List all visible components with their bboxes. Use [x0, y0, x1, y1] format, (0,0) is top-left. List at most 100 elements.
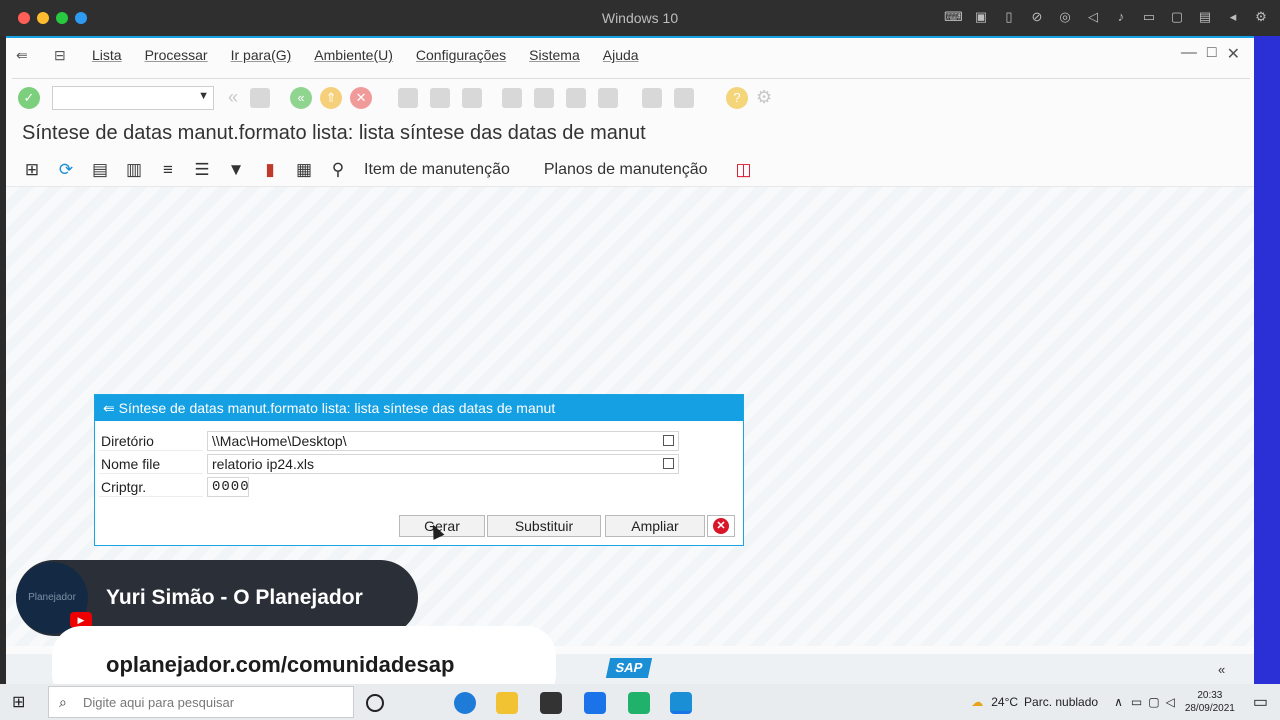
- substituir-button[interactable]: Substituir: [487, 515, 601, 537]
- maximize-icon[interactable]: □: [1207, 44, 1217, 64]
- exit-icon[interactable]: ⇚: [16, 47, 36, 64]
- edge-icon[interactable]: [454, 692, 476, 714]
- first-page-icon[interactable]: [502, 87, 523, 108]
- taskbar-search[interactable]: ⌕ Digite aqui para pesquisar: [48, 686, 354, 718]
- calculator-icon[interactable]: ▦: [292, 159, 316, 181]
- menu-ambiente[interactable]: Ambiente(U): [314, 47, 393, 63]
- volume-icon[interactable]: ◁: [1166, 695, 1175, 709]
- find-next-icon[interactable]: [462, 87, 483, 108]
- explorer-icon[interactable]: [496, 692, 518, 714]
- keyboard-icon[interactable]: ⌨: [944, 8, 963, 26]
- last-page-icon[interactable]: [598, 87, 619, 108]
- refresh-icon[interactable]: ⟳: [54, 159, 78, 181]
- presenter-name-card: Planejador ▶ Yuri Simão - O Planejador: [16, 560, 418, 636]
- temperature: 24°C: [991, 695, 1019, 709]
- shared-folder-icon[interactable]: ▤: [1196, 8, 1214, 26]
- globe-icon[interactable]: ◎: [1056, 8, 1074, 26]
- close-icon[interactable]: ✕: [1227, 44, 1240, 64]
- expand-field-icon[interactable]: [663, 435, 674, 446]
- multiple-objects-icon[interactable]: ◫: [732, 159, 756, 181]
- clock-time: 20:33: [1197, 690, 1223, 701]
- cancel-button[interactable]: ✕: [707, 515, 735, 537]
- back-icon[interactable]: «: [290, 86, 313, 109]
- exit-icon[interactable]: ⇑: [320, 86, 343, 109]
- chat-icon[interactable]: [628, 692, 650, 714]
- chevron-down-icon[interactable]: ▼: [198, 90, 209, 102]
- menu-configuracoes[interactable]: Configurações: [416, 47, 506, 63]
- mail-icon[interactable]: [584, 692, 606, 714]
- search-icon: ⌕: [59, 694, 67, 710]
- display-icon[interactable]: ▢: [1148, 695, 1159, 709]
- mac-toolbar-icons: ⌨ ▣ ▯ ⊘ ◎ ◁ ♪ ▭ ▢ ▤ ◂ ⚙: [944, 8, 1270, 28]
- command-field[interactable]: ▼: [52, 85, 214, 110]
- find-icon[interactable]: [430, 87, 451, 108]
- details-icon[interactable]: ▥: [122, 159, 146, 181]
- nome-file-input[interactable]: relatorio ip24.xls: [207, 454, 679, 474]
- cancel-x-icon: ✕: [713, 518, 729, 534]
- gear-icon[interactable]: ⚙: [1252, 8, 1270, 26]
- speaker-icon[interactable]: ◁: [1084, 8, 1102, 26]
- menu-lista[interactable]: Lista: [92, 47, 122, 63]
- diretorio-input[interactable]: \\Mac\Home\Desktop\: [207, 431, 679, 451]
- filter-icon[interactable]: ▼: [224, 159, 248, 181]
- shortcut-icon[interactable]: [674, 87, 695, 108]
- usb-icon[interactable]: ▯: [1000, 8, 1018, 26]
- nome-file-label: Nome file: [99, 454, 203, 474]
- clock[interactable]: 20:33 28/09/2021: [1185, 689, 1235, 715]
- back-icon[interactable]: ◂: [1224, 8, 1242, 26]
- menu-ajuda[interactable]: Ajuda: [603, 47, 639, 63]
- nome-file-row: Nome file relatorio ip24.xls: [99, 454, 739, 474]
- choose-icon[interactable]: ▤: [88, 159, 112, 181]
- save-list-dialog: ⇚ Síntese de datas manut.formato lista: …: [94, 394, 744, 546]
- previous-page-icon[interactable]: [534, 87, 555, 108]
- sort-descending-icon[interactable]: ☰: [190, 159, 214, 181]
- save-icon[interactable]: [250, 87, 271, 108]
- item-manutencao-button[interactable]: Item de manutenção: [364, 161, 510, 179]
- menu-sistema[interactable]: Sistema: [529, 47, 580, 63]
- help-icon[interactable]: ?: [726, 86, 749, 109]
- layout-icon[interactable]: ⊟: [54, 47, 74, 64]
- chevron-up-icon[interactable]: ∧: [1114, 695, 1123, 709]
- chart-icon[interactable]: ▮: [258, 159, 282, 181]
- system-tray: ☁ 24°C Parc. nublado ∧ ▭ ▢ ◁ 20:33 28/09…: [971, 684, 1268, 720]
- cpu-icon[interactable]: ▣: [972, 8, 990, 26]
- no-network-icon[interactable]: ⊘: [1028, 8, 1046, 26]
- next-page-icon[interactable]: [566, 87, 587, 108]
- notification-icon[interactable]: ▭: [1253, 692, 1268, 712]
- criptgr-row: Criptgr. 0000: [99, 477, 739, 497]
- diretorio-row: Diretório \\Mac\Home\Desktop\: [99, 431, 739, 451]
- settings-gear-icon[interactable]: ⚙: [756, 87, 772, 108]
- enter-check-icon[interactable]: ✓: [18, 86, 40, 109]
- microphone-icon[interactable]: ♪: [1112, 8, 1130, 26]
- collapse-icon[interactable]: «: [1218, 662, 1225, 677]
- task-view-icon[interactable]: [366, 694, 384, 712]
- diretorio-value: \\Mac\Home\Desktop\: [212, 433, 347, 449]
- store-icon[interactable]: [540, 692, 562, 714]
- criptgr-input[interactable]: 0000: [207, 477, 249, 497]
- window-icon: ⇚: [103, 400, 119, 416]
- network-icon[interactable]: ▭: [1131, 695, 1142, 709]
- mac-title-bar: Windows 10 ⌨ ▣ ▯ ⊘ ◎ ◁ ♪ ▭ ▢ ▤ ◂ ⚙: [0, 0, 1280, 36]
- clock-date: 28/09/2021: [1184, 703, 1235, 714]
- dialog-title: Síntese de datas manut.formato lista: li…: [118, 400, 556, 416]
- expand-field-icon[interactable]: [663, 458, 674, 469]
- application-toolbar: ⊞ ⟳ ▤ ▥ ≡ ☰ ▼ ▮ ▦ ⚲ Item de manutenção P…: [20, 156, 766, 184]
- cancel-icon[interactable]: ✕: [350, 86, 373, 109]
- sort-ascending-icon[interactable]: ≡: [156, 159, 180, 181]
- layout-select-icon[interactable]: ⚲: [326, 159, 350, 181]
- double-left-icon[interactable]: «: [228, 87, 238, 108]
- minimize-icon[interactable]: —: [1181, 44, 1197, 64]
- select-detail-icon[interactable]: ⊞: [20, 159, 44, 181]
- camera-icon[interactable]: ▢: [1168, 8, 1186, 26]
- ampliar-button[interactable]: Ampliar: [605, 515, 705, 537]
- menu-processar[interactable]: Processar: [145, 47, 208, 63]
- menu-ir-para[interactable]: Ir para(G): [231, 47, 292, 63]
- diretorio-label: Diretório: [99, 431, 203, 451]
- printer-icon[interactable]: ▭: [1140, 8, 1158, 26]
- standard-toolbar: ✓ ▼ « « ⇑ ✕ ? ⚙: [12, 78, 1250, 116]
- new-session-icon[interactable]: [642, 87, 663, 108]
- planos-manutencao-button[interactable]: Planos de manutenção: [544, 161, 708, 179]
- windows-start-icon[interactable]: ⊞: [12, 692, 32, 712]
- sap-logon-icon[interactable]: [670, 692, 692, 714]
- print-icon[interactable]: [398, 87, 419, 108]
